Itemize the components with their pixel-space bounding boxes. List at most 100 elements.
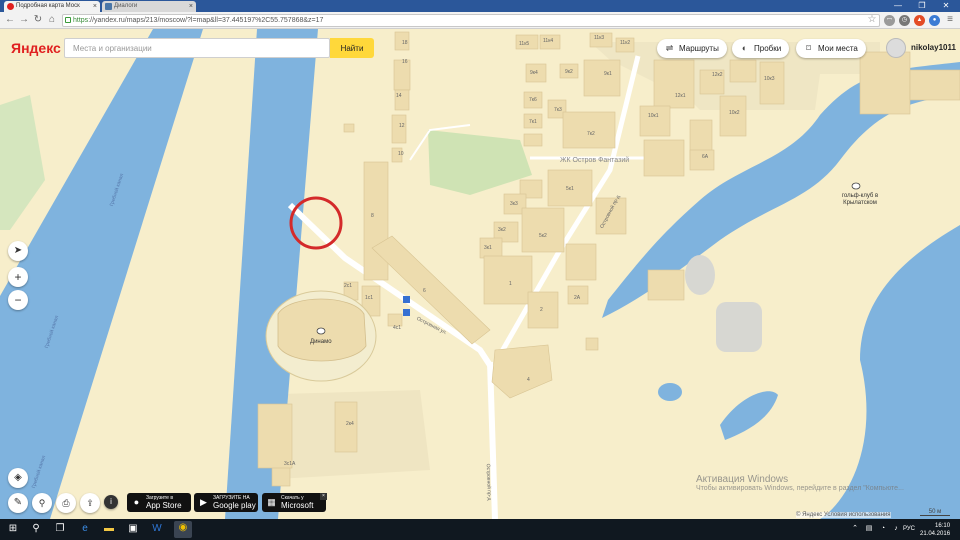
edge-icon[interactable]: e [78,522,92,536]
username[interactable]: nikolay1011 [911,43,956,52]
info-icon[interactable]: i [104,495,118,509]
search-button[interactable]: Найти [330,38,374,58]
tab-close-icon[interactable]: × [93,1,97,12]
building-number: 11к3 [594,35,605,41]
building-number: 9к2 [565,69,573,75]
building-number: 2 [540,307,543,313]
zoom-in-button[interactable]: + [8,267,28,287]
volume-icon[interactable]: ♪ [889,522,903,536]
building-number: 5к2 [539,233,547,239]
building-number: 9к1 [604,71,612,77]
map-graphics [0,29,960,519]
building-number: 10к2 [729,110,740,116]
tab-dialogs[interactable]: Диалоги × [102,1,196,12]
building-number: 14 [396,93,402,99]
building-number: 6 [423,288,426,294]
share-icon[interactable]: ⇪ [80,493,100,513]
lock-icon [65,17,71,23]
traffic-button[interactable]: ◐ Пробки [732,39,790,58]
extension-icon[interactable]: ▲ [914,15,925,26]
building-number: 18 [402,40,408,46]
building-number: 3к1 [484,245,492,251]
building-number: 1с1 [365,295,374,301]
search-icon[interactable]: ⚲ [29,522,43,536]
avatar[interactable] [886,38,906,58]
tray-icon[interactable]: ▤ [862,522,876,536]
print-icon[interactable]: ⎙ [56,493,76,513]
building-number: 7к6 [529,97,537,103]
building-number: 7к2 [587,131,595,137]
label-dinamo: Динамо [310,339,332,345]
reload-icon[interactable]: ↻ [32,14,44,26]
close-window-button[interactable]: ✕ [934,0,958,12]
play-icon: ▶ [200,497,207,507]
browser-nav-bar: ← → ↻ ⌂ https://yandex.ru/maps/213/mosco… [0,12,960,29]
extension-icon[interactable]: ● [929,15,940,26]
label-complex: ЖК Остров Фантазий [560,157,630,164]
building-number: 16 [402,59,408,65]
extension-icon[interactable]: ◷ [899,15,910,26]
bookmark-icon: ⌑ [806,43,811,53]
maximize-button[interactable]: ❐ [910,0,934,12]
building-number: 10 [398,151,404,157]
forward-icon[interactable]: → [18,14,30,26]
home-icon[interactable]: ⌂ [46,14,58,26]
building-number: 3к3 [510,201,518,207]
browser-tab-bar: Подробная карта Моск × Диалоги × — ❐ ✕ [0,0,960,12]
building-number: 12 [399,123,405,129]
bookmark-star-icon[interactable]: ☆ [866,14,878,26]
copyright[interactable]: © Яндекс Условия использования [796,512,891,518]
building-number: 6А [702,154,709,160]
building-number: 2с1 [344,283,353,289]
building-number: 3к2 [498,227,506,233]
building-number: 2А [574,295,581,301]
windows-activation-watermark: Активация Windows Чтобы активировать Win… [696,474,904,492]
menu-icon[interactable]: ≡ [944,14,956,26]
google-play-badge[interactable]: ▶ ЗАГРУЗИТЕ НА Google play [194,493,258,512]
tab-close-icon[interactable]: × [189,1,193,12]
extension-icon[interactable]: ꟷ [884,15,895,26]
building-number: 10к1 [648,113,659,119]
routes-button[interactable]: ⇌ Маршруты [657,39,727,58]
yandex-logo[interactable]: Яндекс [11,40,61,56]
chrome-icon[interactable]: ◉ [174,521,192,538]
tab-yandex-maps[interactable]: Подробная карта Моск × [4,1,100,12]
label-golf: гольф-клуб в Крылатском [841,193,879,206]
ruler-icon[interactable]: ✎ [8,493,28,513]
locate-icon[interactable]: ➤ [8,241,28,261]
panorama-icon[interactable]: ⚲ [32,493,52,513]
apple-icon: ● [133,497,140,507]
tray-icon[interactable]: ⌃ [848,522,862,536]
map-canvas[interactable]: ЖК Остров Фантазий гольф-клуб в Крылатск… [0,29,960,519]
language-indicator[interactable]: РУС [903,526,915,532]
layers-icon[interactable]: ◈ [8,468,28,488]
search-input[interactable]: Места и организации [64,38,330,58]
store-icon[interactable]: ▣ [126,522,140,536]
building-number: 8 [371,213,374,219]
building-number: 12к2 [712,72,723,78]
close-icon[interactable]: × [320,493,327,500]
windows-start-icon[interactable]: ⊞ [6,522,20,536]
network-icon[interactable]: ◔ [876,522,890,536]
minimize-button[interactable]: — [886,0,910,12]
clock[interactable]: 16:10 21.04.2016 [920,522,950,538]
building-number: 9к4 [530,70,538,76]
back-icon[interactable]: ← [4,14,16,26]
building-number: 5к1 [566,186,574,192]
task-view-icon[interactable]: ❐ [53,522,67,536]
my-places-button[interactable]: ⌑ Мои места [796,39,866,58]
explorer-icon[interactable]: ▬ [102,522,116,536]
building-number: 11к2 [620,40,631,46]
app-store-badge[interactable]: ● Загрузите в App Store [127,493,191,512]
address-bar[interactable]: https://yandex.ru/maps/213/moscow/?l=map… [62,14,880,27]
building-number: 11к5 [519,41,530,47]
building-number: 1 [509,281,512,287]
vk-favicon-icon [105,3,112,10]
map-scale: 50 м [920,509,950,516]
building-number: 11к4 [543,38,554,44]
word-icon[interactable]: W [150,522,164,536]
building-number: 7к1 [529,119,537,125]
zoom-out-button[interactable]: − [8,290,28,310]
building-number: 12к1 [675,93,686,99]
microsoft-store-badge[interactable]: ▦ Скачать у Microsoft [262,493,326,512]
